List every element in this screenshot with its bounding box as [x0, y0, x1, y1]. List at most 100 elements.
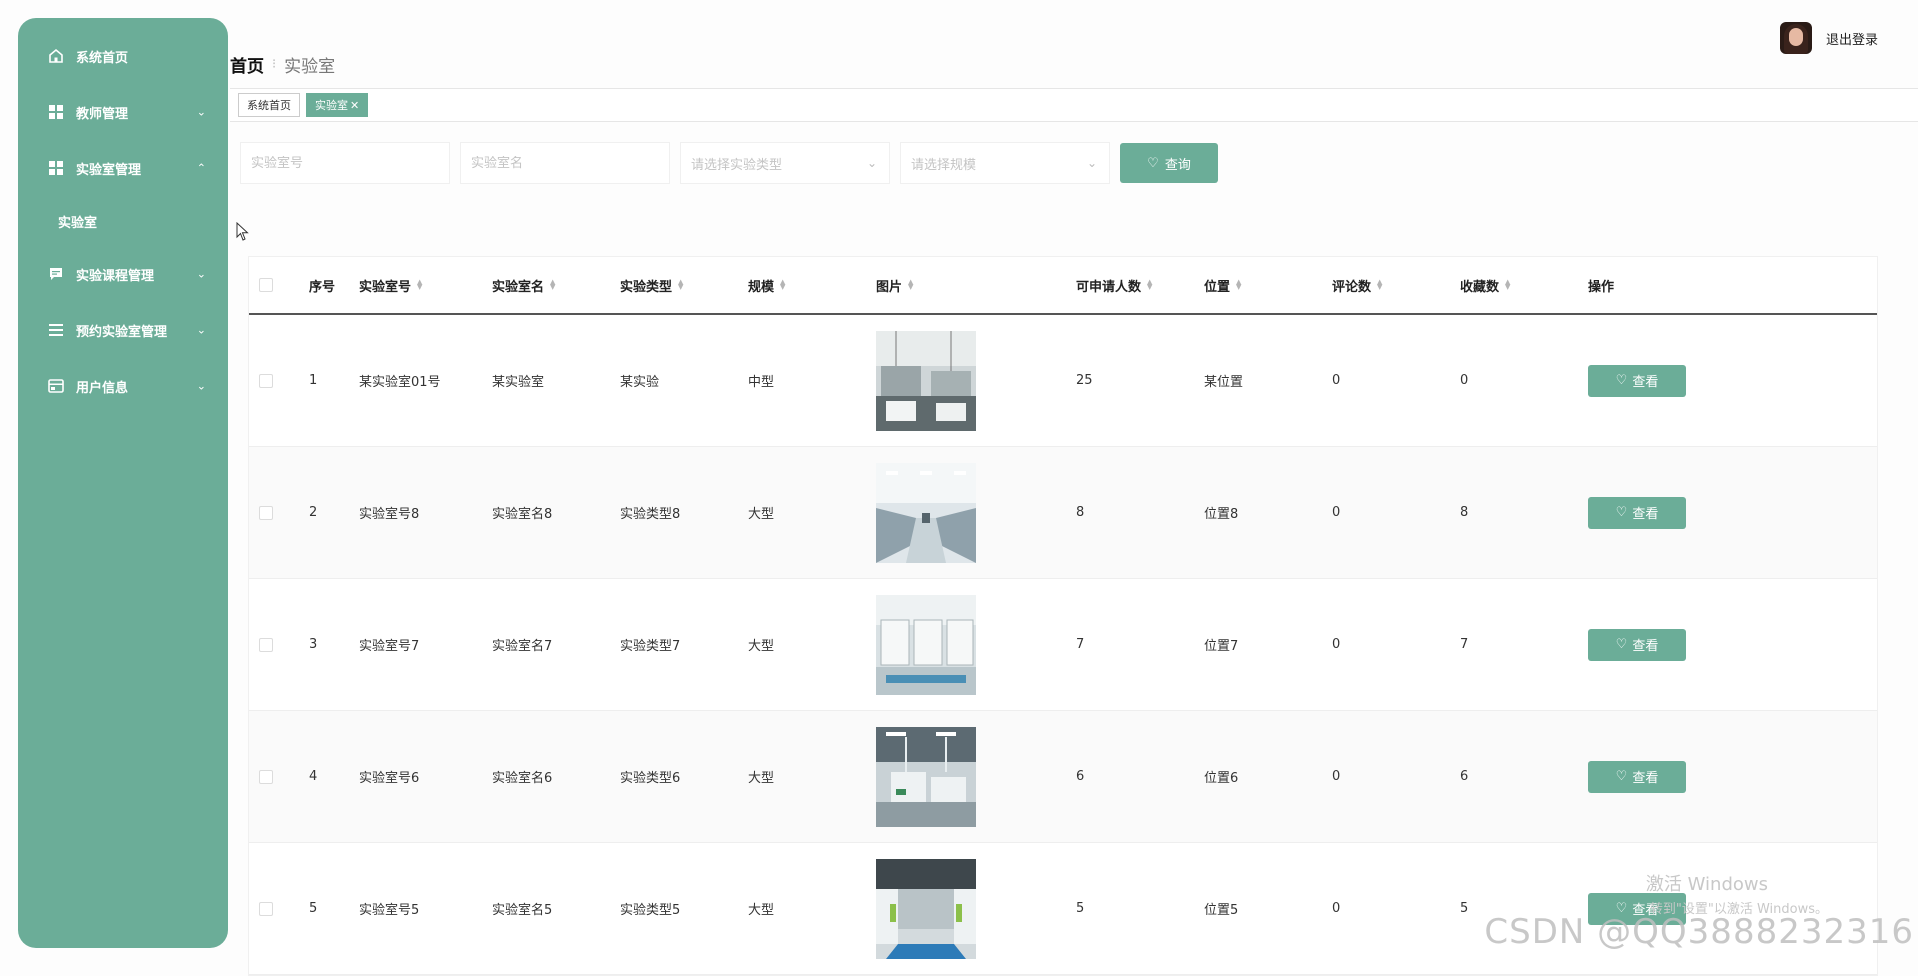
sidebar-item-userinfo[interactable]: 用户信息 ⌄ — [18, 358, 228, 414]
query-button[interactable]: ♡ 查询 — [1120, 143, 1218, 183]
row-checkbox[interactable] — [259, 637, 273, 652]
grid-icon — [48, 160, 64, 176]
header-capacity[interactable]: 可申请人数 ▲ ▼ — [1076, 276, 1204, 295]
cell-lab-no: 实验室号6 — [359, 771, 420, 786]
cell-location: 位置6 — [1204, 771, 1239, 786]
cell-location: 位置8 — [1204, 507, 1239, 522]
breadcrumb-current: 实验室 — [284, 57, 336, 77]
cell-lab-name: 实验室名5 — [492, 903, 553, 918]
lab-no-field-wrap — [240, 142, 450, 184]
table-row: 4 实验室号6 实验室名6 实验类型6 大型 6 位置6 0 6 ♡ 查看 — [249, 711, 1877, 843]
lab-type-select[interactable]: 请选择实验类型 ⌄ — [680, 142, 890, 184]
sidebar-item-reservation[interactable]: 预约实验室管理 ⌄ — [18, 302, 228, 358]
sidebar-item-label: 实验室管理 — [76, 162, 142, 178]
header-lab-type[interactable]: 实验类型 ▲ ▼ — [620, 276, 748, 295]
cell-lab-no: 某实验室01号 — [359, 375, 441, 390]
sidebar: 系统首页 教师管理 ⌄ 实验室管理 ⌃ 实验室 实验课程管理 ⌄ 预约实验室管理… — [18, 18, 228, 948]
cell-capacity: 8 — [1076, 505, 1085, 520]
header-lab-no[interactable]: 实验室号 ▲ ▼ — [359, 276, 492, 295]
grid-icon — [48, 104, 64, 120]
heart-icon: ♡ — [1147, 155, 1159, 171]
sidebar-subitem-lab[interactable]: 实验室 — [18, 196, 228, 246]
cell-favorites: 6 — [1460, 769, 1469, 784]
view-button[interactable]: ♡ 查看 — [1588, 364, 1686, 397]
lab-photo[interactable] — [876, 330, 976, 431]
heart-icon: ♡ — [1615, 637, 1628, 652]
csdn-watermark: CSDN @QQ3888232316 — [1484, 912, 1914, 952]
query-button-label: 查询 — [1164, 157, 1191, 173]
sort-icon: ▲ ▼ — [780, 278, 786, 291]
view-button[interactable]: ♡ 查看 — [1588, 760, 1686, 793]
cell-lab-name: 实验室名6 — [492, 771, 553, 786]
breadcrumb: 首页 ⁝ 实验室 — [230, 52, 335, 77]
cell-capacity: 7 — [1076, 637, 1085, 652]
row-checkbox[interactable] — [259, 901, 273, 916]
cell-favorites: 8 — [1460, 505, 1469, 520]
scale-select[interactable]: 请选择规模 ⌄ — [900, 142, 1110, 184]
table-header: 序号 实验室号 ▲ ▼ 实验室名 ▲ ▼ 实验类型 ▲ ▼ 规模 ▲ ▼ 图片 ▲ ▼ 可申请人数 ▲… — [249, 257, 1877, 315]
view-button[interactable]: ♡ 查看 — [1588, 628, 1686, 661]
sidebar-item-lab[interactable]: 实验室管理 ⌃ — [18, 140, 228, 196]
cell-scale: 大型 — [748, 639, 775, 654]
cell-scale: 大型 — [748, 771, 775, 786]
chevron-up-icon: ⌃ — [196, 161, 206, 175]
cell-capacity: 25 — [1076, 373, 1093, 388]
chevron-down-icon: ⌄ — [866, 156, 877, 170]
header-actions: 操作 — [1588, 279, 1615, 295]
breadcrumb-home[interactable]: 首页 — [230, 52, 264, 77]
cell-idx: 4 — [309, 769, 318, 784]
activate-windows-title: 激活 Windows — [1645, 874, 1768, 895]
sort-icon: ▲ ▼ — [1377, 278, 1383, 291]
header-location[interactable]: 位置 ▲ ▼ — [1204, 276, 1332, 295]
tag-lab[interactable]: 实验室 ✕ — [306, 93, 369, 117]
sidebar-item-teacher[interactable]: 教师管理 ⌄ — [18, 84, 228, 140]
header-idx: 序号 — [309, 279, 336, 295]
lab-type-placeholder: 请选择实验类型 — [691, 157, 783, 173]
cell-idx: 1 — [309, 373, 318, 388]
lab-photo[interactable] — [876, 726, 976, 827]
lab-photo[interactable] — [876, 462, 976, 563]
cell-idx: 3 — [309, 637, 318, 652]
mouse-cursor-icon — [236, 222, 249, 241]
lab-name-field-wrap — [460, 142, 670, 184]
lab-photo[interactable] — [876, 858, 976, 959]
header-image[interactable]: 图片 ▲ ▼ — [876, 276, 1076, 295]
row-checkbox[interactable] — [259, 769, 273, 784]
cell-location: 位置7 — [1204, 639, 1239, 654]
header-label: 实验室名 — [492, 279, 545, 295]
select-all-checkbox[interactable] — [259, 278, 273, 292]
cell-lab-type: 实验类型7 — [620, 639, 681, 654]
sort-icon: ▲ ▼ — [550, 278, 556, 291]
cell-capacity: 5 — [1076, 901, 1085, 916]
lab-no-input[interactable] — [251, 155, 439, 171]
sort-icon: ▲ ▼ — [417, 278, 423, 291]
cell-lab-type: 实验类型5 — [620, 903, 681, 918]
sidebar-item-course[interactable]: 实验课程管理 ⌄ — [18, 246, 228, 302]
header-lab-name[interactable]: 实验室名 ▲ ▼ — [492, 276, 620, 295]
tag-label: 系统首页 — [247, 99, 291, 112]
breadcrumb-separator-icon: ⁝ — [272, 57, 277, 72]
header-comments[interactable]: 评论数 ▲ ▼ — [1332, 276, 1460, 295]
sidebar-item-label: 实验课程管理 — [76, 268, 155, 284]
cell-location: 位置5 — [1204, 903, 1239, 918]
view-button[interactable]: ♡ 查看 — [1588, 496, 1686, 529]
logout-link[interactable]: 退出登录 — [1826, 29, 1878, 48]
cell-favorites: 0 — [1460, 373, 1469, 388]
close-icon[interactable]: ✕ — [350, 99, 359, 112]
sort-icon: ▲ ▼ — [1147, 278, 1153, 291]
sidebar-item-home[interactable]: 系统首页 — [18, 28, 228, 84]
chevron-down-icon: ⌄ — [196, 267, 206, 281]
lab-name-input[interactable] — [471, 155, 659, 171]
header-favorites[interactable]: 收藏数 ▲ ▼ — [1460, 276, 1588, 295]
header-scale[interactable]: 规模 ▲ ▼ — [748, 276, 876, 295]
row-checkbox[interactable] — [259, 373, 273, 388]
avatar[interactable] — [1779, 22, 1812, 54]
lab-photo[interactable] — [876, 594, 976, 695]
header-label: 可申请人数 — [1076, 279, 1142, 295]
cell-lab-no: 实验室号7 — [359, 639, 420, 654]
row-checkbox[interactable] — [259, 505, 273, 520]
tag-home[interactable]: 系统首页 — [238, 93, 300, 117]
cell-idx: 5 — [309, 901, 318, 916]
table-row: 2 实验室号8 实验室名8 实验类型8 大型 8 位置8 0 8 ♡ 查看 — [249, 447, 1877, 579]
header-label: 实验类型 — [620, 279, 673, 295]
